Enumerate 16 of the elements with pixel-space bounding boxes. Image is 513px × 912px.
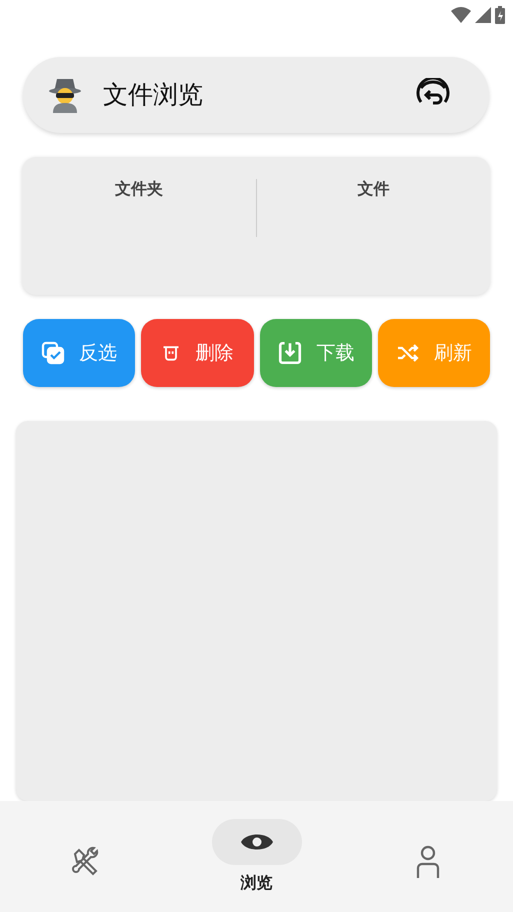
action-button[interactable]: 下载 — [260, 319, 372, 388]
spy-icon — [47, 76, 83, 113]
action-button[interactable]: 删除 — [141, 319, 254, 388]
signal-icon — [475, 6, 491, 23]
tab[interactable]: 文件 — [256, 176, 490, 201]
page-title: 文件浏览 — [103, 79, 204, 112]
download-icon — [276, 340, 303, 366]
battery-icon — [495, 6, 505, 24]
checkbox-stack-icon — [41, 341, 66, 366]
wifi-icon — [451, 6, 471, 23]
action-button[interactable]: 刷新 — [378, 319, 490, 388]
shuffle-icon — [396, 343, 420, 364]
nav-item[interactable] — [212, 819, 302, 866]
nav-label: 浏览 — [240, 873, 272, 894]
action-button[interactable]: 反选 — [23, 319, 136, 388]
tab[interactable]: 文件夹 — [22, 176, 256, 201]
